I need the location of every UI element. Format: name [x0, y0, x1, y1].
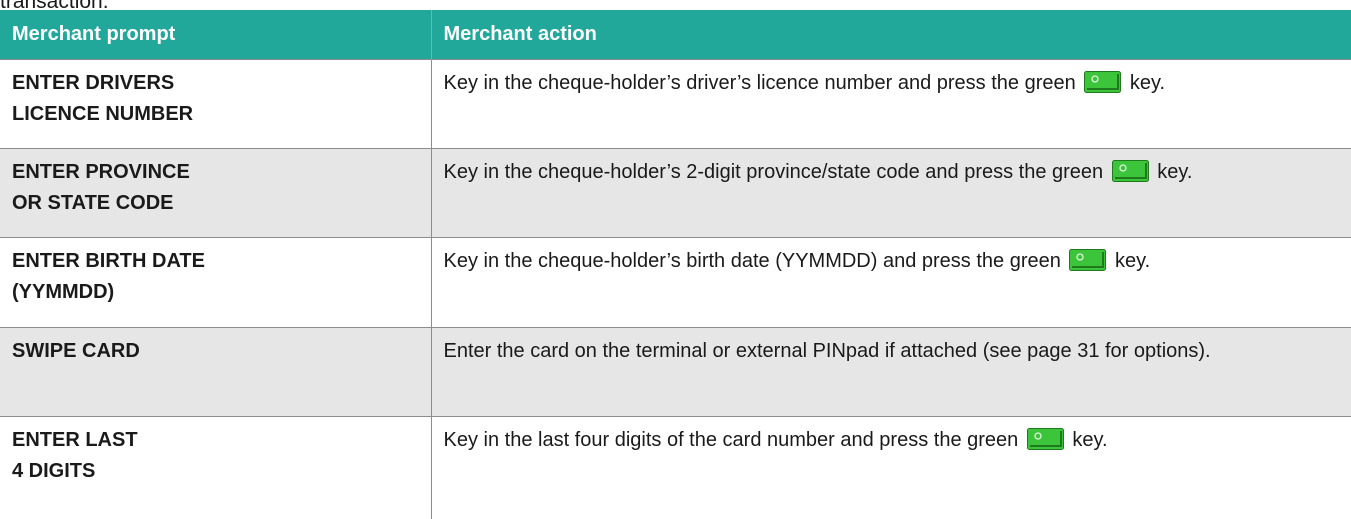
merchant-prompt-cell: ENTER DRIVERS LICENCE NUMBER [0, 60, 431, 149]
action-text: Enter the card on the terminal or extern… [444, 340, 1211, 362]
header-merchant-action: Merchant action [431, 10, 1351, 60]
prompt-line: OR STATE CODE [12, 188, 419, 219]
action-text-tail: key. [1152, 161, 1193, 183]
action-text-tail: key. [1124, 72, 1165, 94]
action-text-tail: key. [1067, 429, 1108, 451]
merchant-prompt-table: Merchant prompt Merchant action ENTER DR… [0, 10, 1351, 519]
table-row: ENTER LAST 4 DIGITS Key in the last four… [0, 417, 1351, 519]
table-row: ENTER BIRTH DATE (YYMMDD) Key in the che… [0, 238, 1351, 328]
prompt-line: ENTER BIRTH DATE [12, 246, 419, 277]
merchant-prompt-cell: ENTER BIRTH DATE (YYMMDD) [0, 238, 431, 328]
header-merchant-prompt: Merchant prompt [0, 10, 431, 60]
action-text-tail: key. [1109, 250, 1150, 272]
merchant-action-cell: Enter the card on the terminal or extern… [431, 328, 1351, 417]
merchant-prompt-cell: ENTER LAST 4 DIGITS [0, 417, 431, 519]
prompt-line: (YYMMDD) [12, 277, 419, 308]
action-text: Key in the cheque-holder’s 2-digit provi… [444, 161, 1109, 183]
merchant-action-cell: Key in the cheque-holder’s driver’s lice… [431, 60, 1351, 149]
green-key-icon [1069, 249, 1106, 271]
table-row: ENTER PROVINCE OR STATE CODE Key in the … [0, 149, 1351, 238]
action-text: Key in the cheque-holder’s birth date (Y… [444, 250, 1067, 272]
green-key-icon [1084, 71, 1121, 93]
merchant-action-cell: Key in the last four digits of the card … [431, 417, 1351, 519]
merchant-action-cell: Key in the cheque-holder’s 2-digit provi… [431, 149, 1351, 238]
prompt-line: ENTER LAST [12, 425, 419, 456]
table-header-row: Merchant prompt Merchant action [0, 10, 1351, 60]
prompt-line: ENTER PROVINCE [12, 157, 419, 188]
prompt-line: SWIPE CARD [12, 336, 419, 367]
action-text: Key in the cheque-holder’s driver’s lice… [444, 72, 1082, 94]
table-row: ENTER DRIVERS LICENCE NUMBER Key in the … [0, 60, 1351, 149]
merchant-prompt-cell: SWIPE CARD [0, 328, 431, 417]
prompt-line: LICENCE NUMBER [12, 99, 419, 130]
merchant-action-cell: Key in the cheque-holder’s birth date (Y… [431, 238, 1351, 328]
green-key-icon [1027, 428, 1064, 450]
merchant-prompt-cell: ENTER PROVINCE OR STATE CODE [0, 149, 431, 238]
prompt-line: ENTER DRIVERS [12, 68, 419, 99]
table-row: SWIPE CARD Enter the card on the termina… [0, 328, 1351, 417]
green-key-icon [1112, 160, 1149, 182]
action-text: Key in the last four digits of the card … [444, 429, 1024, 451]
prompt-line: 4 DIGITS [12, 456, 419, 487]
